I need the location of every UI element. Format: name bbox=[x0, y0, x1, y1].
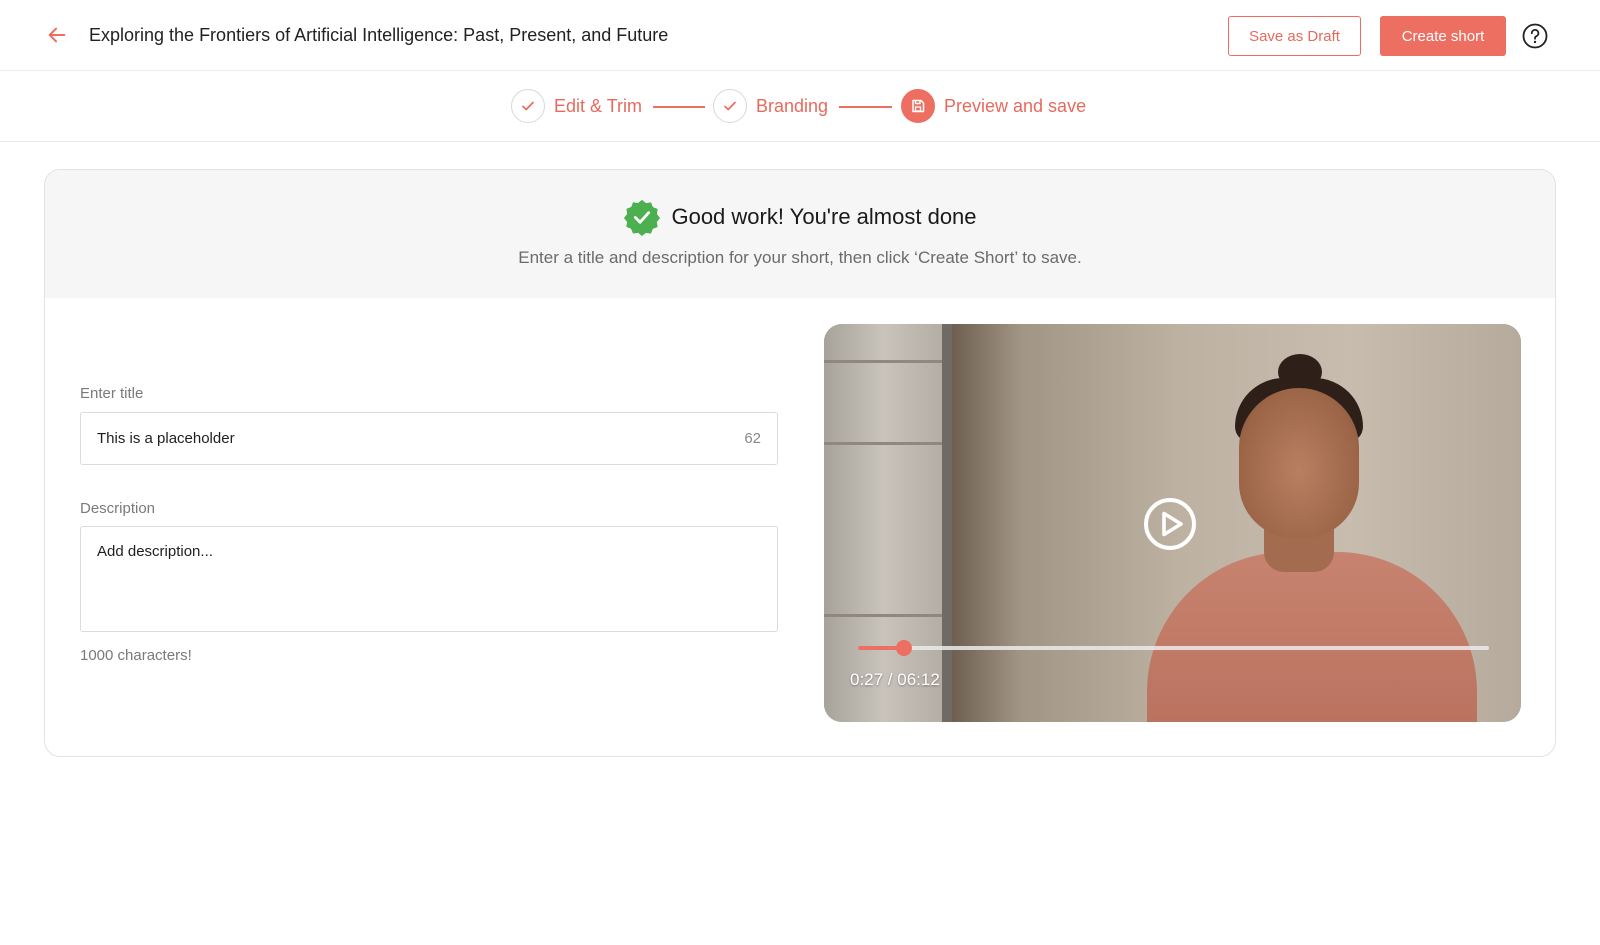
description-label: Description bbox=[80, 500, 156, 517]
step-label: Preview and save bbox=[944, 95, 1087, 116]
title-char-count: 62 bbox=[744, 430, 761, 447]
play-icon bbox=[1144, 498, 1196, 550]
video-person-face bbox=[1239, 388, 1359, 538]
video-background-wall bbox=[952, 324, 1521, 722]
create-short-button[interactable]: Create short bbox=[1380, 16, 1506, 56]
preview-card: Good work! You're almost done Enter a ti… bbox=[44, 169, 1556, 757]
title-field: 62 bbox=[80, 412, 778, 465]
video-background-shelf bbox=[824, 324, 944, 722]
title-input[interactable] bbox=[97, 413, 697, 464]
description-field bbox=[80, 526, 778, 632]
step-connector bbox=[653, 106, 705, 108]
page-title: Exploring the Frontiers of Artificial In… bbox=[89, 25, 669, 45]
video-progress-bar[interactable] bbox=[858, 640, 1489, 656]
description-char-limit: 1000 characters! bbox=[80, 647, 192, 664]
top-bar: Exploring the Frontiers of Artificial In… bbox=[0, 0, 1600, 71]
video-background-post bbox=[942, 324, 952, 722]
step-circle bbox=[713, 89, 747, 123]
play-button[interactable] bbox=[1142, 496, 1198, 552]
step-label: Edit & Trim bbox=[554, 95, 643, 116]
step-edit-trim[interactable]: Edit & Trim bbox=[511, 89, 642, 123]
step-preview-save[interactable]: Preview and save bbox=[901, 89, 1086, 123]
verified-badge-icon bbox=[624, 199, 661, 236]
arrow-left-icon bbox=[48, 27, 66, 43]
step-connector bbox=[839, 106, 892, 108]
shelf-divider bbox=[824, 614, 944, 617]
shelf-divider bbox=[824, 442, 944, 445]
step-branding[interactable]: Branding bbox=[713, 89, 828, 123]
check-icon bbox=[522, 101, 534, 111]
save-icon bbox=[912, 99, 925, 113]
banner-row: Good work! You're almost done bbox=[45, 198, 1555, 236]
banner-title: Good work! You're almost done bbox=[671, 204, 977, 229]
step-label: Branding bbox=[756, 95, 829, 116]
back-button[interactable] bbox=[44, 22, 70, 48]
shelf-divider bbox=[824, 360, 944, 363]
step-circle bbox=[511, 89, 545, 123]
description-input[interactable] bbox=[97, 543, 757, 623]
step-circle bbox=[901, 89, 935, 123]
video-person-hair-bun bbox=[1278, 354, 1322, 390]
video-person-body bbox=[1147, 552, 1477, 722]
stepper: Edit & Trim Branding Preview and save bbox=[0, 71, 1600, 142]
video-time: 0:27 / 06:12 bbox=[850, 670, 940, 689]
check-icon bbox=[724, 101, 736, 111]
save-as-draft-button[interactable]: Save as Draft bbox=[1228, 16, 1361, 56]
video-scrubber-handle[interactable] bbox=[895, 640, 912, 656]
success-banner: Good work! You're almost done Enter a ti… bbox=[45, 170, 1555, 298]
banner-subtitle: Enter a title and description for your s… bbox=[518, 248, 1082, 267]
video-preview[interactable]: 0:27 / 06:12 bbox=[824, 324, 1521, 722]
help-button[interactable] bbox=[1521, 22, 1549, 50]
title-label: Enter title bbox=[80, 385, 144, 402]
help-icon bbox=[1522, 23, 1548, 49]
